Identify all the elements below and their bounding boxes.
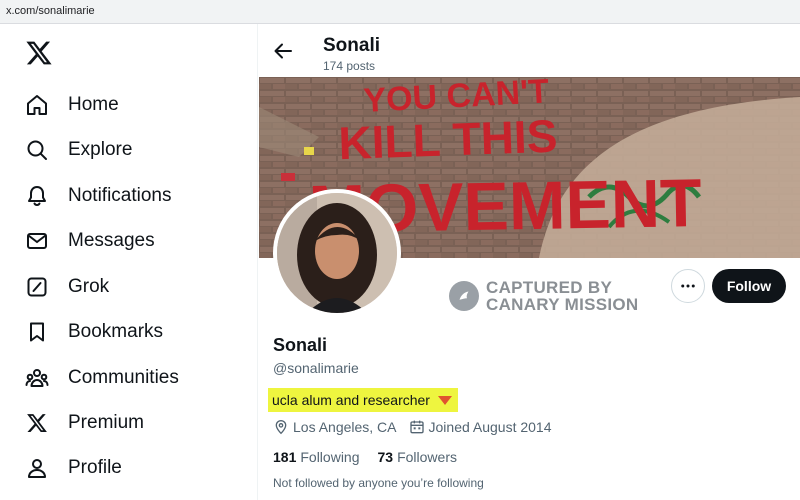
profile-joined-date: Joined August 2014 [428, 419, 552, 435]
url-text: x.com/sonalimarie [6, 5, 95, 17]
sidebar-item-communities[interactable]: Communities [24, 358, 179, 398]
sidebar-item-notifications[interactable]: Notifications [24, 176, 172, 216]
profile-bio: ucla alum and researcher [268, 388, 458, 412]
sidebar-item-label: Communities [68, 367, 179, 388]
sidebar-item-label: Messages [68, 230, 155, 251]
watermark-line1: CAPTURED BY [486, 278, 613, 297]
sidebar-item-home[interactable]: Home [24, 85, 119, 125]
search-icon [24, 137, 50, 163]
sidebar-item-label: Profile [68, 457, 122, 478]
sidebar-item-label: Premium [68, 412, 145, 433]
avatar[interactable] [273, 189, 401, 317]
profile-column: Sonali 174 posts YOU CAN'T KILL THIS MOV… [259, 24, 800, 500]
following-label: Following [300, 449, 360, 465]
communities-icon [24, 365, 50, 391]
not-followed-notice: Not followed by anyone you’re following [273, 476, 484, 490]
sidebar-item-label: Bookmarks [68, 321, 164, 342]
canary-bird-icon [449, 281, 479, 311]
following-link[interactable]: 181 Following [273, 449, 360, 465]
profile-meta: Los Angeles, CA Joined August 2014 [273, 419, 564, 435]
banner-graffiti-line2: KILL THIS [338, 110, 559, 170]
sidebar-item-profile[interactable]: Profile [24, 448, 122, 488]
envelope-icon [24, 228, 50, 254]
bell-icon [24, 183, 50, 209]
bookmark-icon [24, 319, 50, 345]
x-logo-icon[interactable] [25, 39, 53, 67]
profile-header-bar: Sonali 174 posts [259, 24, 800, 77]
post-count: 174 posts [323, 59, 376, 73]
profile-handle: @sonalimarie [273, 360, 359, 376]
sidebar-item-label: Explore [68, 139, 133, 160]
location-pin-icon [273, 419, 289, 435]
back-arrow-icon[interactable] [271, 39, 295, 63]
sidebar-item-bookmarks[interactable]: Bookmarks [24, 312, 163, 352]
grok-icon [24, 274, 50, 300]
followers-link[interactable]: 73 Followers [378, 449, 457, 465]
sidebar-item-grok[interactable]: Grok [24, 267, 109, 307]
calendar-icon [409, 419, 425, 435]
follow-stats: 181 Following 73 Followers [273, 449, 475, 465]
page-title: Sonali [323, 35, 381, 56]
followers-label: Followers [397, 449, 457, 465]
sidebar-item-label: Grok [68, 276, 110, 297]
following-count: 181 [273, 449, 297, 465]
home-icon [24, 92, 50, 118]
sidebar-item-label: Notifications [68, 185, 172, 206]
followers-count: 73 [377, 449, 394, 465]
profile-name: Sonali [273, 335, 328, 355]
watermark: CAPTURED BY CANARY MISSION [449, 279, 639, 313]
profile-location: Los Angeles, CA [293, 419, 397, 435]
bio-text: ucla alum and researcher [272, 392, 430, 408]
sidebar-item-messages[interactable]: Messages [24, 221, 155, 261]
x-logo-icon [24, 410, 50, 436]
browser-address-bar[interactable]: x.com/sonalimarie [0, 0, 800, 24]
more-options-button[interactable] [671, 269, 705, 303]
follow-button[interactable]: Follow [712, 269, 786, 303]
sidebar-item-label: Home [68, 94, 119, 115]
watermark-line2: CANARY MISSION [486, 295, 639, 314]
person-icon [24, 455, 50, 481]
more-dots-icon [681, 284, 695, 288]
sidebar-item-premium[interactable]: Premium [24, 403, 144, 443]
sidebar-item-explore[interactable]: Explore [24, 130, 132, 170]
triangle-marker-icon [437, 395, 452, 405]
sidebar-nav: Home Explore Notifications Messages Grok… [0, 24, 258, 500]
